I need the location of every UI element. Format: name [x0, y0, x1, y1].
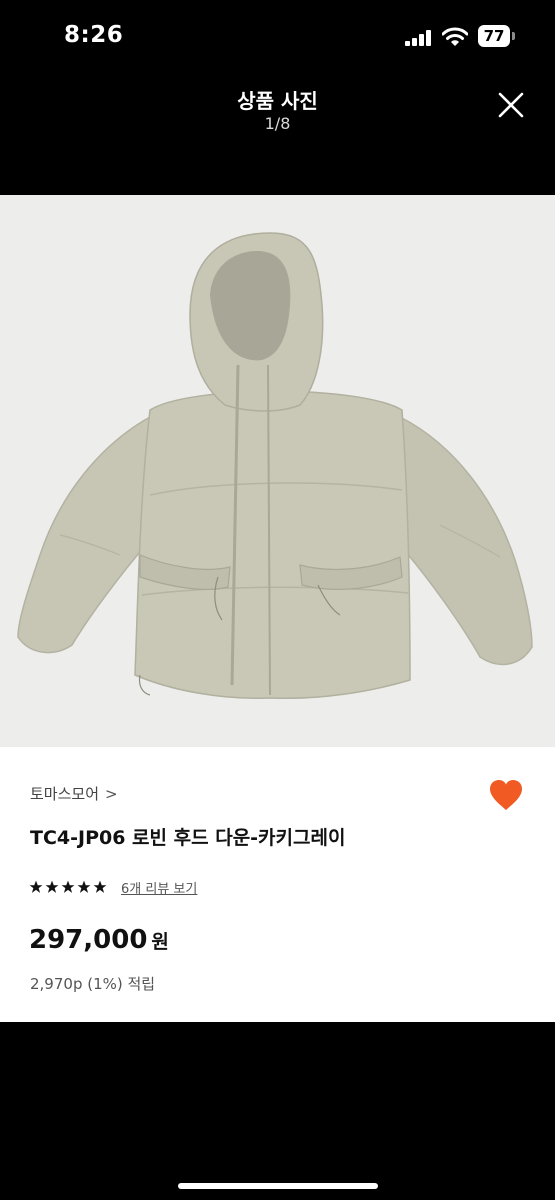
star-icon [29, 880, 43, 893]
home-indicator[interactable] [178, 1183, 378, 1189]
puffer-jacket-image [17, 232, 533, 700]
product-name: TC4-JP06 로빈 후드 다운-카키그레이 [30, 827, 346, 849]
photo-viewer-header: 상품 사진 1/8 [0, 75, 555, 195]
reward-points: 2,970p (1%) 적립 [30, 975, 156, 993]
status-time: 8:26 [64, 22, 124, 48]
page-title: 상품 사진 [237, 89, 318, 113]
price-unit: 원 [151, 931, 169, 953]
battery-icon: 77 [478, 25, 510, 47]
review-link[interactable]: 6개 리뷰 보기 [121, 878, 197, 897]
cellular-signal-icon [405, 30, 433, 46]
star-icon [45, 880, 59, 893]
price: 297,000 원 [29, 925, 169, 955]
brand-name: 토마스모어 [30, 785, 100, 803]
product-photo[interactable] [0, 195, 555, 747]
heart-icon[interactable] [487, 777, 525, 813]
status-bar: 8:26 77 [0, 0, 555, 75]
price-amount: 297,000 [29, 925, 148, 955]
photo-counter: 1/8 [264, 114, 291, 133]
star-icon [61, 880, 75, 893]
wifi-icon [442, 27, 468, 46]
brand-link[interactable]: 토마스모어 > [30, 783, 118, 804]
close-icon[interactable] [494, 88, 528, 122]
battery-cap [512, 32, 515, 40]
star-icon [77, 880, 91, 893]
star-rating [29, 880, 107, 898]
product-info-card: 토마스모어 > TC4-JP06 로빈 후드 다운-카키그레이 6개 리뷰 보기 … [0, 747, 555, 1022]
star-icon [93, 880, 107, 893]
chevron-right-icon: > [105, 785, 118, 803]
